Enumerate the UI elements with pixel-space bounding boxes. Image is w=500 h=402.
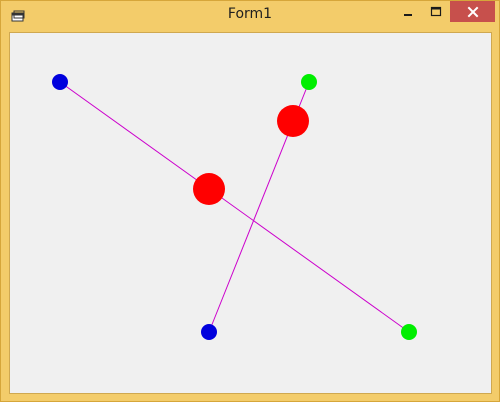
minimize-icon — [404, 13, 412, 16]
form1-window: Form1 — [0, 0, 500, 402]
maximize-icon — [430, 6, 441, 16]
green-point-top-right[interactable] — [301, 74, 317, 90]
blue-point-bottom[interactable] — [201, 324, 217, 340]
title-bar[interactable]: Form1 — [1, 1, 499, 32]
blue-point-top-left[interactable] — [52, 74, 68, 90]
drawing-canvas[interactable] — [10, 33, 491, 393]
segment-line-1 — [59, 81, 410, 333]
maximize-button[interactable] — [422, 1, 449, 22]
form-client-area[interactable] — [9, 32, 492, 394]
close-button[interactable] — [450, 1, 495, 22]
minimize-button[interactable] — [394, 1, 422, 22]
close-icon — [467, 6, 478, 17]
red-point-middle[interactable] — [193, 173, 225, 205]
green-point-bottom-right[interactable] — [401, 324, 417, 340]
red-point-upper[interactable] — [277, 105, 309, 137]
